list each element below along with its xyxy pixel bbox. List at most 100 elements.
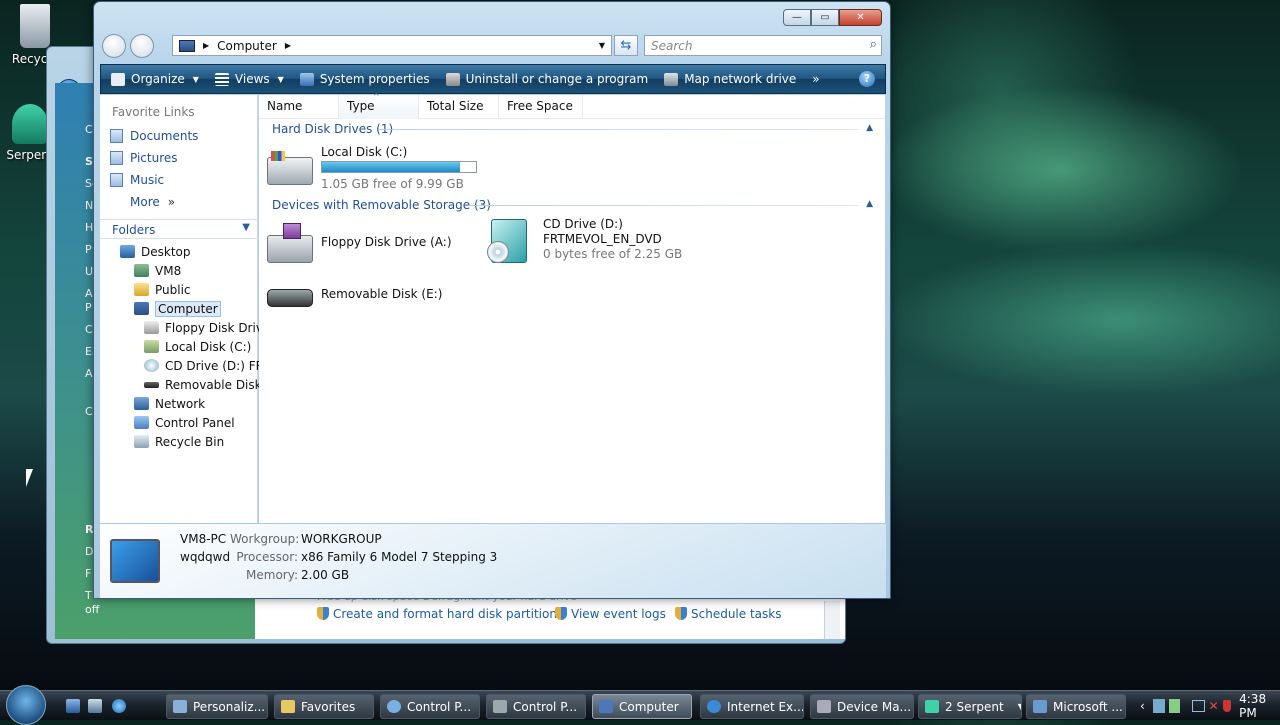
address-bar[interactable]: ▶ Computer ▶ ▼: [172, 35, 612, 56]
search-input[interactable]: Search ⌕: [644, 35, 882, 56]
breadcrumb-arrow-icon[interactable]: ▶: [203, 41, 209, 50]
minimize-button[interactable]: —: [783, 9, 811, 26]
column-type[interactable]: ^ Type: [339, 92, 419, 119]
task-serpent-group[interactable]: 2 Serpent ▼: [918, 694, 1022, 719]
system-properties-button[interactable]: System properties: [299, 72, 430, 86]
window-icon: [173, 700, 187, 713]
column-headers: Name ^ Type Total Size Free Space: [259, 92, 885, 119]
chevron-down-icon: ▼: [242, 222, 250, 233]
folder-icon: [134, 283, 149, 296]
memory-label: Memory:: [246, 568, 298, 582]
removable-disk-icon: [144, 381, 159, 388]
create-partitions-link[interactable]: Create and format hard disk partitions: [317, 607, 563, 621]
drive-d[interactable]: CD Drive (D:) FRTMEVOL_EN_DVD 0 bytes fr…: [487, 217, 731, 267]
removable-disk-icon: [267, 289, 313, 307]
schedule-tasks-link[interactable]: Schedule tasks: [675, 607, 781, 621]
computer-monitor-icon: [110, 539, 160, 583]
switch-windows-icon[interactable]: [88, 699, 102, 713]
map-network-drive-button[interactable]: Map network drive: [664, 72, 796, 86]
tree-label: VM8: [155, 263, 182, 278]
drive-a[interactable]: Floppy Disk Drive (A:): [267, 221, 477, 265]
uninstall-program-button[interactable]: Uninstall or change a program: [445, 72, 648, 86]
task-control-panel-1[interactable]: Control P...: [380, 694, 480, 719]
drive-d-free: 0 bytes free of 2.25 GB: [543, 247, 683, 261]
task-personalization[interactable]: Personaliz...: [166, 694, 268, 719]
usage-fill: [322, 162, 460, 172]
column-name[interactable]: Name: [259, 95, 339, 119]
internet-explorer-icon[interactable]: [112, 699, 126, 713]
bg-side-text: A: [85, 367, 93, 380]
drive-e[interactable]: Removable Disk (E:): [267, 281, 477, 315]
breadcrumb-computer[interactable]: Computer: [217, 39, 277, 53]
fav-documents[interactable]: Documents: [110, 129, 198, 143]
task-microsoft[interactable]: Microsoft ...: [1026, 694, 1126, 719]
forward-button[interactable]: [130, 34, 154, 58]
col-label: Free Space: [507, 99, 573, 113]
tree-desktop[interactable]: Desktop: [120, 242, 278, 261]
collapse-icon[interactable]: ▲: [866, 123, 873, 133]
map-network-label: Map network drive: [684, 72, 797, 86]
tray-expand-icon[interactable]: ‹: [1140, 699, 1145, 713]
control-panel-icon: [387, 700, 401, 713]
address-dropdown-icon[interactable]: ▼: [599, 41, 605, 50]
column-total-size[interactable]: Total Size: [419, 95, 499, 119]
task-label: Personaliz...: [193, 699, 266, 714]
collapse-icon[interactable]: ▲: [866, 199, 873, 209]
views-button[interactable]: Views ▼: [214, 72, 284, 86]
search-icon[interactable]: ⌕: [870, 37, 877, 52]
refresh-button[interactable]: ⇆: [614, 35, 638, 56]
mouse-pointer-icon: [26, 469, 33, 487]
bg-scrollbar[interactable]: [824, 601, 840, 639]
task-internet-explorer[interactable]: Internet Ex...: [700, 694, 804, 719]
details-pane: VM8-PC Workgroup: WORKGROUP wqdqwd Proce…: [100, 524, 886, 598]
tree-label: Computer: [155, 300, 221, 317]
more-commands-button[interactable]: »: [812, 72, 819, 86]
close-button[interactable]: ✕: [839, 9, 882, 26]
view-event-logs-link[interactable]: View event logs: [555, 607, 666, 621]
bg-side-text: C: [85, 123, 93, 136]
column-free-space[interactable]: Free Space: [499, 95, 583, 119]
windows-logo-icon: [271, 151, 285, 161]
bg-side-text: N: [85, 199, 94, 212]
group-hard-disk-drives[interactable]: Hard Disk Drives (1): [272, 122, 393, 136]
computer-window[interactable]: — ▭ ✕ ▶ Computer ▶ ▼ ⇆ Search ⌕ Organize…: [93, 1, 891, 599]
bg-side-text: A: [85, 287, 93, 300]
help-icon[interactable]: ?: [859, 71, 875, 87]
maximize-button[interactable]: ▭: [811, 9, 839, 26]
cd-disc-icon: [487, 241, 509, 263]
file-list: Name ^ Type Total Size Free Space Hard Di…: [259, 92, 885, 523]
task-control-panel-2[interactable]: Control P...: [486, 694, 586, 719]
documents-icon: [110, 129, 123, 143]
task-favorites[interactable]: Favorites: [274, 694, 374, 719]
start-button[interactable]: [6, 685, 46, 725]
programs-icon: [445, 72, 460, 86]
recycle-bin-icon: [20, 4, 50, 48]
organize-button[interactable]: Organize ▼: [111, 72, 199, 86]
clock[interactable]: 4:38 PM: [1239, 692, 1280, 720]
task-device-manager[interactable]: Device Ma...: [810, 694, 914, 719]
volume-muted-icon[interactable]: ✕: [1209, 699, 1219, 713]
network-icon: [134, 397, 149, 410]
fav-label: Pictures: [130, 151, 178, 165]
fav-more[interactable]: More »: [130, 195, 175, 209]
show-desktop-icon[interactable]: [66, 699, 80, 713]
system-properties-label: System properties: [319, 72, 430, 86]
shield-tray-icon[interactable]: [1222, 700, 1232, 712]
bg-side-text: off: [85, 603, 100, 616]
drive-e-name: Removable Disk (E:): [321, 287, 443, 301]
tray-app-icon[interactable]: [1152, 699, 1165, 713]
drive-c[interactable]: Local Disk (C:) 1.05 GB free of 9.99 GB: [267, 145, 487, 191]
back-button[interactable]: [102, 34, 126, 58]
tray-app-icon[interactable]: [1168, 699, 1181, 713]
fav-music[interactable]: Music: [110, 173, 164, 187]
fav-pictures[interactable]: Pictures: [110, 151, 178, 165]
breadcrumb-arrow-icon[interactable]: ▶: [285, 41, 291, 50]
network-tray-icon[interactable]: [1192, 700, 1205, 712]
group-removable-storage[interactable]: Devices with Removable Storage (3): [272, 198, 491, 212]
folders-header[interactable]: Folders ▼: [100, 219, 258, 239]
task-computer[interactable]: Computer: [592, 694, 692, 719]
views-icon: [214, 72, 229, 86]
floppy-drive-icon: [144, 321, 159, 334]
serpent-icon: [925, 700, 939, 713]
bg-side-text: P: [85, 301, 92, 314]
